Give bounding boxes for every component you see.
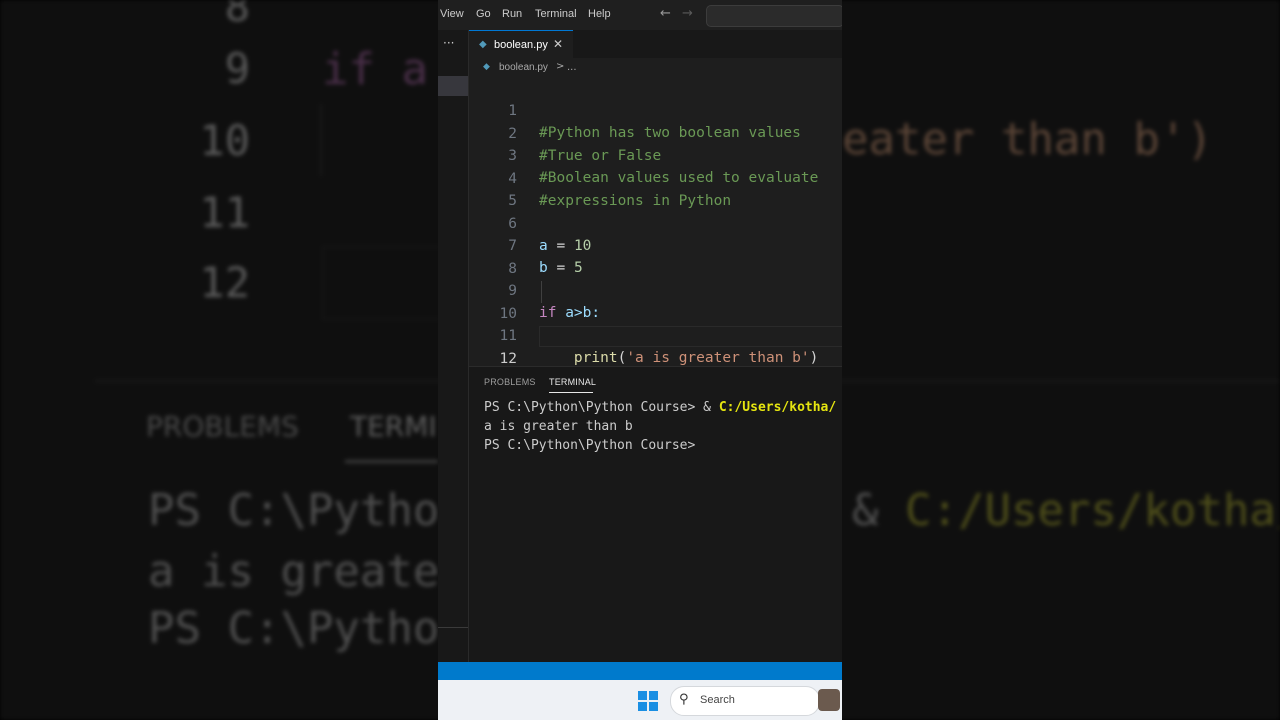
menu-terminal[interactable]: Terminal bbox=[535, 8, 577, 20]
bg-line-number: 8 bbox=[224, 0, 250, 31]
command-center-search[interactable] bbox=[706, 5, 842, 27]
tab-label: boolean.py bbox=[494, 39, 548, 51]
bg-code-if: if a bbox=[322, 44, 428, 95]
bg-terminal-line: a is greater bbox=[148, 546, 466, 597]
breadcrumb-separator: > bbox=[556, 61, 565, 72]
string-literal: 'a is greater than b' bbox=[626, 349, 810, 366]
bg-terminal-line: PS C:\Pythor bbox=[148, 603, 466, 654]
bg-tab-terminal: TERMI bbox=[350, 410, 437, 443]
terminal-command-path: C:/Users/kotha/ bbox=[718, 400, 837, 415]
avatar[interactable] bbox=[818, 689, 840, 711]
menu-help[interactable]: Help bbox=[588, 8, 611, 20]
code-line: 9 if a>b: bbox=[469, 258, 842, 321]
paren-close: ) bbox=[809, 349, 819, 366]
tab-terminal[interactable]: TERMINAL bbox=[549, 377, 596, 387]
breadcrumb: ◆ boolean.py > ... bbox=[469, 58, 842, 78]
taskbar-search-box[interactable]: ⚲ Search bbox=[670, 686, 820, 716]
bg-current-line-box bbox=[322, 246, 440, 320]
terminal-output[interactable]: a is greater than b bbox=[484, 419, 633, 434]
bg-line-number: 11 bbox=[199, 188, 250, 237]
arrow-right-icon[interactable]: → bbox=[682, 6, 693, 21]
windows-taskbar: ⚲ Search bbox=[438, 680, 842, 720]
bg-terminal-path: C:/Users/kotha/ bbox=[905, 485, 1280, 536]
code-line: 4 #expressions in Python bbox=[469, 146, 842, 209]
indent-guide bbox=[541, 280, 542, 303]
menu-go[interactable]: Go bbox=[476, 8, 491, 20]
breadcrumb-file[interactable]: boolean.py bbox=[499, 62, 548, 73]
tab-problems[interactable]: PROBLEMS bbox=[484, 377, 536, 387]
search-icon: ⚲ bbox=[679, 692, 689, 707]
windows-start-icon[interactable] bbox=[638, 691, 658, 711]
bg-terminal-amp: & bbox=[852, 485, 879, 536]
current-line-highlight bbox=[539, 325, 842, 347]
function-name: print bbox=[573, 349, 618, 366]
breadcrumb-more[interactable]: ... bbox=[567, 62, 577, 73]
paren-open: ( bbox=[617, 349, 627, 366]
explorer-sidebar: ··· bbox=[438, 30, 469, 662]
explorer-selected-row[interactable] bbox=[438, 76, 468, 96]
menu-view[interactable]: View bbox=[440, 8, 464, 20]
bg-line-number: 10 bbox=[199, 116, 250, 165]
terminal-prompt: PS C:\Python\Python Course> & bbox=[484, 400, 719, 415]
bg-line-number: 12 bbox=[199, 258, 250, 307]
code-line: 11 bbox=[469, 303, 842, 344]
editor-tab-bar: ◆ boolean.py ✕ bbox=[469, 30, 842, 59]
close-icon[interactable]: ✕ bbox=[553, 37, 563, 51]
active-tab-underline bbox=[549, 392, 593, 393]
bg-line-number: 9 bbox=[224, 44, 250, 93]
python-file-icon: ◆ bbox=[483, 62, 490, 72]
terminal-prompt-line[interactable]: PS C:\Python\Python Course> bbox=[484, 438, 695, 453]
menu-run[interactable]: Run bbox=[502, 8, 522, 20]
code-line: 7 b = 5 bbox=[469, 213, 842, 276]
code-line: 10 print('a is greater than b') bbox=[469, 280, 842, 366]
bg-tab-problems: PROBLEMS bbox=[146, 410, 299, 443]
code-editor[interactable]: 1 #Python has two boolean values 2 #True… bbox=[469, 78, 842, 367]
arrow-left-icon[interactable]: ← bbox=[660, 6, 671, 21]
bottom-panel: PROBLEMS TERMINAL PS C:\Python\Python Co… bbox=[469, 367, 842, 662]
sidebar-divider bbox=[438, 627, 468, 628]
vscode-window: View Go Run Terminal Help ← → ··· ◆ bool… bbox=[438, 0, 842, 720]
tab-boolean-py[interactable]: ◆ boolean.py ✕ bbox=[469, 30, 573, 59]
python-file-icon: ◆ bbox=[479, 39, 487, 50]
menu-bar: View Go Run Terminal Help ← → bbox=[438, 0, 842, 31]
code-line: 3 #Boolean values used to evaluate bbox=[469, 123, 842, 186]
bg-indent-guide bbox=[320, 104, 322, 176]
taskbar-search-label: Search bbox=[700, 694, 735, 706]
code-line: 5 bbox=[469, 168, 842, 209]
more-actions-icon[interactable]: ··· bbox=[443, 36, 454, 50]
code-line: 6 a = 10 bbox=[469, 191, 842, 254]
status-bar bbox=[438, 662, 842, 680]
code-line: 1 #Python has two boolean values bbox=[469, 78, 842, 141]
code-line: 8 bbox=[469, 236, 842, 277]
code-line: 2 #True or False bbox=[469, 101, 842, 164]
terminal-line[interactable]: PS C:\Python\Python Course> & C:/Users/k… bbox=[484, 400, 836, 415]
code-line-current: 12 bbox=[469, 325, 842, 367]
bg-terminal-line: PS C:\Pythor bbox=[148, 485, 466, 536]
bg-tab-underline bbox=[345, 460, 438, 463]
bg-code-print-tail: eater than b') bbox=[842, 114, 1213, 165]
